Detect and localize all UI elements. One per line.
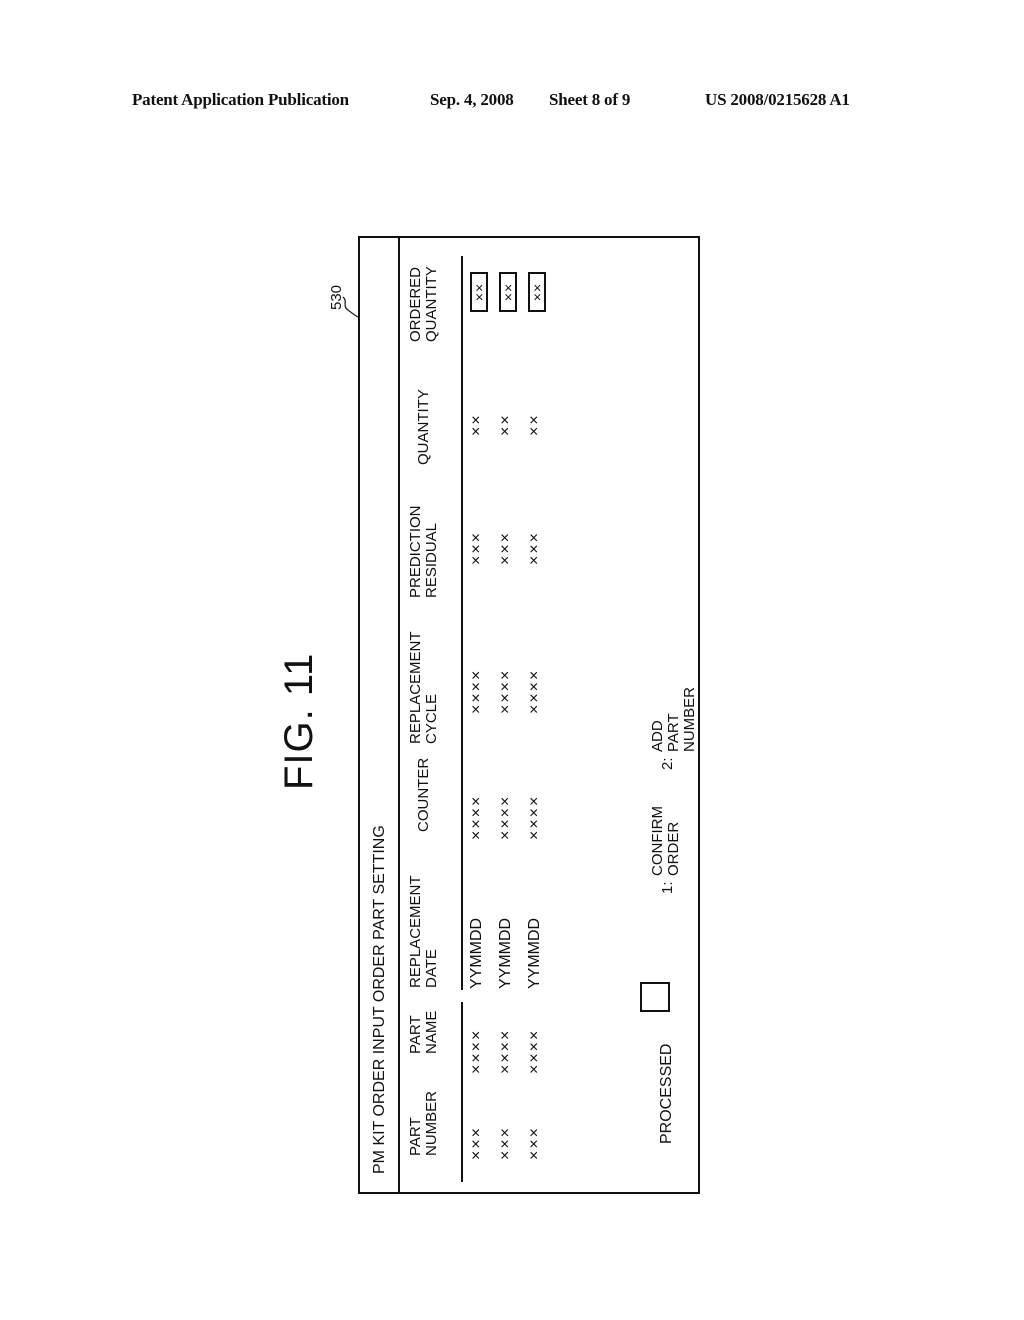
cell-part-number: ××× — [497, 1125, 514, 1160]
col-header-part-name: PART NAME — [407, 1010, 440, 1054]
processed-label: PROCESSED — [658, 1043, 675, 1144]
col-header-prediction-residual: PREDICTION RESIDUAL — [407, 505, 440, 598]
cell-part-name: ×××× — [526, 1028, 543, 1074]
ordered-quantity-input[interactable]: ×× — [528, 272, 546, 312]
order-setting-screen: PM KIT ORDER INPUT ORDER PART SETTING PA… — [358, 236, 700, 1194]
cell-counter: ×××× — [526, 794, 543, 840]
cell-replacement-cycle: ×××× — [526, 668, 543, 714]
header-divider-right — [461, 256, 463, 990]
figure-label: FIG. 11 — [277, 652, 321, 790]
cell-quantity: ×× — [497, 413, 514, 436]
cell-prediction-residual: ××× — [497, 530, 514, 565]
add-part-number-label: ADD PART NUMBER — [649, 686, 698, 752]
cell-replacement-date: YYMMDD — [497, 917, 514, 989]
cell-replacement-date: YYMMDD — [526, 917, 543, 989]
cell-quantity: ×× — [526, 413, 543, 436]
cell-replacement-date: YYMMDD — [468, 917, 485, 989]
col-header-part-number: PART NUMBER — [407, 1090, 440, 1156]
publication-label: Patent Application Publication — [132, 90, 349, 109]
add-part-number-key: 2: — [659, 757, 676, 770]
cell-replacement-cycle: ×××× — [468, 668, 485, 714]
col-header-counter: COUNTER — [415, 757, 432, 832]
cell-prediction-residual: ××× — [526, 530, 543, 565]
cell-part-number: ××× — [526, 1125, 543, 1160]
cell-part-name: ×××× — [497, 1028, 514, 1074]
col-header-replacement-cycle: REPLACEMENT CYCLE — [407, 631, 440, 744]
processed-checkbox[interactable] — [640, 982, 670, 1012]
col-header-ordered-quantity: ORDERED QUANTITY — [407, 266, 440, 342]
leader-line — [342, 296, 359, 318]
cell-replacement-cycle: ×××× — [497, 668, 514, 714]
ordered-quantity-input[interactable]: ×× — [499, 272, 517, 312]
patent-number: US 2008/0215628 A1 — [705, 90, 850, 109]
confirm-order-label: CONFIRM ORDER — [649, 806, 682, 876]
publication-date: Sep. 4, 2008 — [430, 90, 514, 109]
cell-part-name: ×××× — [468, 1028, 485, 1074]
cell-counter: ×××× — [468, 794, 485, 840]
cell-quantity: ×× — [468, 413, 485, 436]
col-header-quantity: QUANTITY — [415, 389, 432, 465]
cell-counter: ×××× — [497, 794, 514, 840]
sheet-number: Sheet 8 of 9 — [549, 90, 631, 109]
header-divider-left — [461, 1002, 463, 1182]
confirm-order-key: 1: — [659, 881, 676, 894]
cell-prediction-residual: ××× — [468, 530, 485, 565]
screen-title: PM KIT ORDER INPUT ORDER PART SETTING — [360, 238, 400, 1192]
ordered-quantity-input[interactable]: ×× — [470, 272, 488, 312]
col-header-replacement-date: REPLACEMENT DATE — [407, 875, 440, 988]
cell-part-number: ××× — [468, 1125, 485, 1160]
